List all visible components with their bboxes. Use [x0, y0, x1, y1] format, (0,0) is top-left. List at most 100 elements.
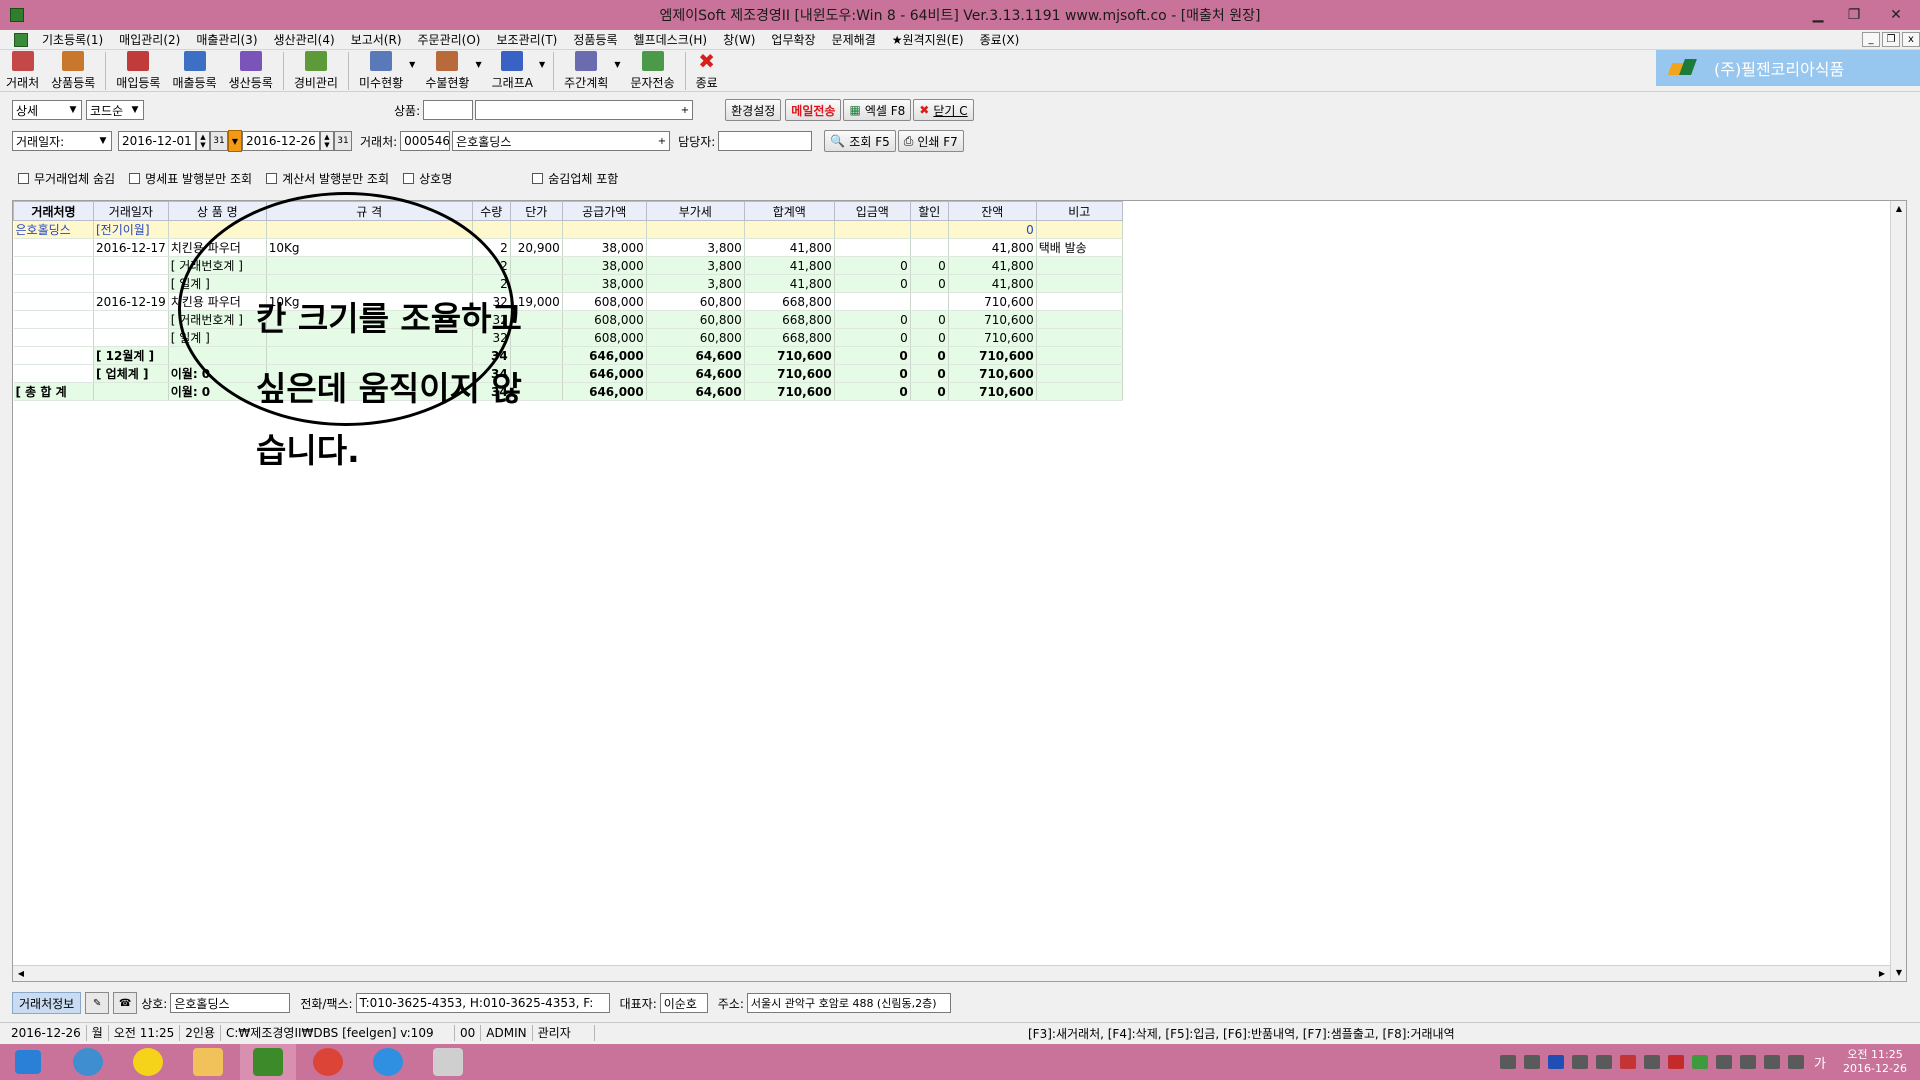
restore-button[interactable]: ❐	[1836, 0, 1872, 30]
scroll-up-icon[interactable]: ▲	[1891, 201, 1907, 217]
table-cell[interactable]: 은호홀딩스	[13, 220, 94, 239]
tray-update-icon[interactable]	[1692, 1055, 1709, 1069]
table-cell[interactable]: 0	[910, 328, 949, 347]
table-row[interactable]: [ 일계 ] 2 38,000 3,800 41,800 0 0 41,800	[13, 274, 1123, 293]
table-cell[interactable]	[266, 256, 473, 275]
menu-item[interactable]: 업무확장	[763, 31, 823, 48]
column-header[interactable]: 합계액	[743, 201, 835, 221]
table-cell[interactable]	[266, 220, 473, 239]
column-header[interactable]: 규 격	[265, 201, 473, 221]
table-cell[interactable]: [ 총 합 계	[13, 382, 94, 401]
toolbar-button-sms[interactable]: 문자전송	[626, 50, 678, 92]
lookup-plus-icon[interactable]: +	[681, 105, 689, 116]
tray-flag-icon[interactable]	[1764, 1055, 1781, 1069]
company-name-checkbox[interactable]: 상호명	[403, 170, 452, 187]
excel-button[interactable]: ▦ 엑셀 F8	[843, 99, 912, 121]
table-cell[interactable]	[510, 274, 563, 293]
table-cell[interactable]	[93, 328, 169, 347]
table-cell[interactable]: 0	[834, 364, 911, 383]
toolbar-button-production[interactable]: 생산등록	[225, 50, 277, 92]
table-cell[interactable]: 41,800	[948, 274, 1037, 293]
close-button[interactable]: ✖ 닫기 C	[913, 99, 974, 121]
table-cell[interactable]	[1036, 364, 1123, 383]
table-row[interactable]: [ 총 합 계 이월: 0 34 646,000 64,600 710,600 0 0 710,…	[13, 382, 1123, 401]
table-cell[interactable]: 668,800	[744, 292, 835, 311]
table-cell[interactable]: 646,000	[562, 364, 647, 383]
column-header[interactable]: 입금액	[833, 201, 911, 221]
table-row[interactable]: [ 일계 ] 32 608,000 60,800 668,800 0 0 710,600	[13, 328, 1123, 347]
toolbar-button-exit[interactable]: ✖ 종료	[692, 50, 722, 92]
hide-inactive-checkbox[interactable]: 무거래업체 숨김	[18, 170, 115, 187]
table-cell[interactable]: 0	[834, 310, 911, 329]
table-cell[interactable]	[1036, 220, 1123, 239]
tray-network-icon[interactable]	[1596, 1055, 1613, 1069]
table-cell[interactable]: [전기이월]	[93, 220, 169, 239]
table-cell[interactable]: 0	[834, 346, 911, 365]
table-cell[interactable]	[834, 238, 911, 257]
date-range-arrow-icon[interactable]: ▼	[228, 130, 242, 152]
table-cell[interactable]: [ 일계 ]	[168, 328, 267, 347]
print-button[interactable]: ⎙ 인쇄 F7	[897, 130, 964, 152]
toolbar-button-graph[interactable]: 그래프A	[488, 50, 537, 92]
view-select[interactable]: 상세 ▼	[12, 100, 82, 120]
table-cell[interactable]: 38,000	[562, 274, 647, 293]
table-cell[interactable]	[13, 256, 94, 275]
table-row[interactable]: [ 업체계 ] 이월: 0 34 646,000 64,600 710,600 0 0 710,…	[13, 364, 1123, 383]
table-cell[interactable]: [ 거래번호계 ]	[168, 310, 267, 329]
table-cell[interactable]	[1036, 256, 1123, 275]
scroll-left-icon[interactable]: ◀	[13, 966, 29, 982]
tray-ps-icon[interactable]	[1548, 1055, 1565, 1069]
statement-only-checkbox[interactable]: 명세표 발행분만 조회	[129, 170, 252, 187]
client-name-input[interactable]: 은호홀딩스 +	[452, 131, 671, 151]
table-cell[interactable]: 710,600	[948, 346, 1037, 365]
table-cell[interactable]: 0	[910, 364, 949, 383]
menu-item[interactable]: 주문관리(O)	[410, 31, 489, 48]
scroll-down-icon[interactable]: ▼	[1891, 965, 1907, 981]
table-cell[interactable]: 64,600	[646, 382, 745, 401]
settings-button[interactable]: 환경설정	[725, 99, 782, 121]
table-cell[interactable]: 20,900	[510, 238, 563, 257]
toolbar-button-inventory[interactable]: 수불현황	[421, 50, 473, 92]
toolbar-button-purchase[interactable]: 매입등록	[112, 50, 164, 92]
menu-item[interactable]: 헬프데스크(H)	[626, 31, 716, 48]
taskbar-app[interactable]	[120, 1044, 176, 1080]
table-cell[interactable]: 10Kg	[266, 238, 473, 257]
table-cell[interactable]: 710,600	[744, 382, 835, 401]
table-cell[interactable]	[510, 256, 563, 275]
column-header[interactable]: 잔액	[947, 201, 1037, 221]
table-cell[interactable]: 41,800	[948, 238, 1037, 257]
menu-item[interactable]: 기초등록(1)	[34, 31, 111, 48]
table-cell[interactable]: 0	[948, 220, 1037, 239]
menu-item[interactable]: 매입관리(2)	[111, 31, 188, 48]
toolbar-button-product[interactable]: 상품등록	[47, 50, 99, 92]
table-row[interactable]: 2016-12-17 치킨용 파우더 10Kg 2 20,900 38,000 3,800 4…	[13, 238, 1123, 257]
table-cell[interactable]: 41,800	[744, 256, 835, 275]
send-mail-button[interactable]: 메일전송	[785, 99, 842, 121]
toolbar-button-sales[interactable]: 매출등록	[168, 50, 220, 92]
taskbar-app[interactable]	[180, 1044, 236, 1080]
table-cell[interactable]: 60,800	[646, 328, 745, 347]
table-cell[interactable]: 2016-12-17	[93, 238, 169, 257]
date-to-input[interactable]: 2016-12-26	[242, 131, 320, 151]
table-cell[interactable]: [ 업체계 ]	[93, 364, 169, 383]
table-cell[interactable]: 64,600	[646, 346, 745, 365]
table-cell[interactable]: 710,600	[948, 364, 1037, 383]
date-to-spinner[interactable]: ▲ ▼	[320, 131, 334, 151]
toolbar-button-client[interactable]: 거래처	[2, 50, 43, 92]
column-header[interactable]: 거래일자	[93, 201, 169, 221]
clock[interactable]: 오전 11:25 2016-12-26	[1840, 1048, 1910, 1076]
table-cell[interactable]	[910, 220, 949, 239]
table-row[interactable]: [ 거래번호계 ] 32 608,000 60,800 668,800 0 0 710,600	[13, 310, 1123, 329]
table-cell[interactable]: 0	[910, 346, 949, 365]
vertical-scrollbar[interactable]: ▲ ▼	[1890, 201, 1906, 981]
table-cell[interactable]: 710,600	[948, 292, 1037, 311]
column-header[interactable]: 수량	[471, 201, 511, 221]
date-from-input[interactable]: 2016-12-01	[118, 131, 196, 151]
table-cell[interactable]	[744, 220, 835, 239]
horizontal-scrollbar[interactable]: ◀ ▶	[13, 965, 1890, 981]
table-cell[interactable]: 668,800	[744, 310, 835, 329]
table-cell[interactable]: 2	[472, 274, 511, 293]
table-cell[interactable]: 2	[472, 238, 511, 257]
table-cell[interactable]: 710,600	[744, 364, 835, 383]
table-row[interactable]: [ 12월계 ] 34 646,000 64,600 710,600 0 0 710,600	[13, 346, 1123, 365]
